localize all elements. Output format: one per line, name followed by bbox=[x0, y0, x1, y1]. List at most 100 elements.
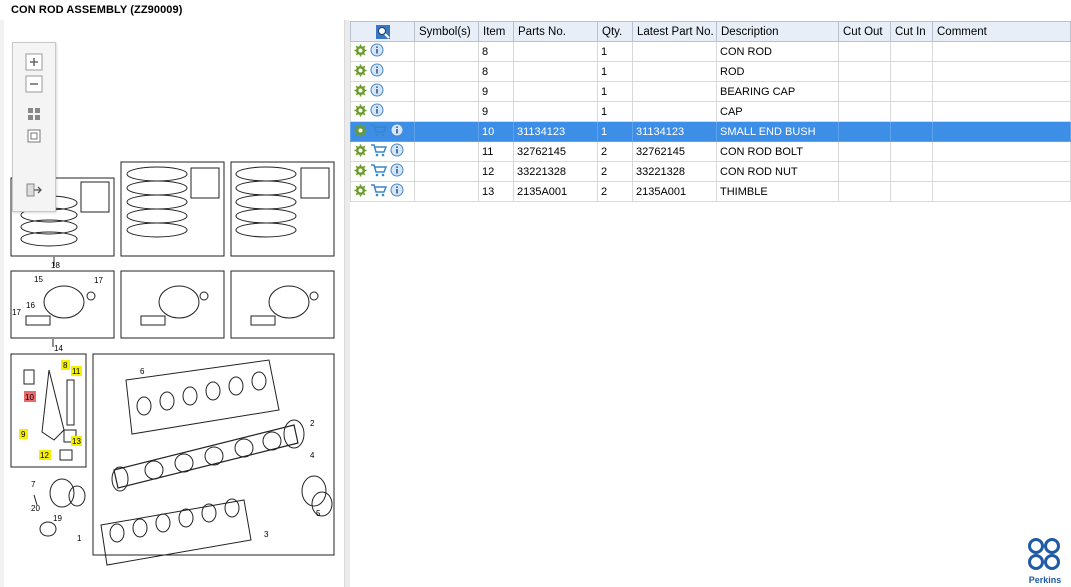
cart-icon[interactable] bbox=[370, 183, 388, 200]
info-icon[interactable] bbox=[370, 43, 384, 60]
item-cell: 8 bbox=[478, 41, 514, 62]
exploded-diagram-panel[interactable]: 18 15 17 16 17 14 8 11 10 9 13 12 6 2 4 … bbox=[4, 20, 344, 587]
callout-8: 8 bbox=[63, 361, 68, 370]
column-header-latest-part-no[interactable]: Latest Part No. bbox=[632, 21, 717, 42]
assembly-title: CON ROD ASSEMBLY (ZZ90009) bbox=[11, 4, 183, 16]
qty-cell: 1 bbox=[597, 81, 633, 102]
comment-cell bbox=[932, 101, 1071, 122]
column-header-cut-in[interactable]: Cut In bbox=[890, 21, 933, 42]
column-header-tools[interactable] bbox=[350, 21, 415, 42]
qty-cell: 2 bbox=[597, 181, 633, 202]
parts-no-cell bbox=[513, 81, 598, 102]
parts-list-panel: Symbol(s) Item Parts No. Qty. Latest Par… bbox=[350, 20, 1071, 587]
info-icon[interactable] bbox=[390, 143, 404, 160]
cut-in-cell bbox=[890, 181, 933, 202]
row-actions-cell bbox=[350, 181, 415, 202]
column-header-cut-out[interactable]: Cut Out bbox=[838, 21, 891, 42]
cut-in-cell bbox=[890, 61, 933, 82]
description-cell: THIMBLE bbox=[716, 181, 839, 202]
cart-icon[interactable] bbox=[370, 163, 388, 180]
latest-part-no-cell bbox=[632, 41, 717, 62]
latest-part-no-cell: 31134123 bbox=[632, 121, 717, 142]
table-row[interactable]: 8 1 ROD bbox=[350, 61, 1071, 82]
column-header-description[interactable]: Description bbox=[716, 21, 839, 42]
column-header-symbols[interactable]: Symbol(s) bbox=[414, 21, 479, 42]
perkins-logo: Perkins bbox=[1028, 538, 1061, 585]
cut-out-cell bbox=[838, 41, 891, 62]
info-icon[interactable] bbox=[370, 63, 384, 80]
symbols-cell bbox=[414, 101, 479, 122]
callout-12: 12 bbox=[40, 451, 49, 460]
comment-cell bbox=[932, 161, 1071, 182]
callout-11: 11 bbox=[72, 367, 81, 376]
fit-to-window-icon[interactable] bbox=[25, 105, 43, 123]
gear-icon[interactable] bbox=[354, 64, 367, 80]
cut-out-cell bbox=[838, 61, 891, 82]
description-cell: SMALL END BUSH bbox=[716, 121, 839, 142]
latest-part-no-cell: 2135A001 bbox=[632, 181, 717, 202]
row-actions-cell bbox=[350, 41, 415, 62]
zoom-in-icon[interactable] bbox=[25, 53, 43, 71]
gear-icon[interactable] bbox=[354, 84, 367, 100]
qty-cell: 1 bbox=[597, 41, 633, 62]
info-icon[interactable] bbox=[370, 83, 384, 100]
column-header-qty[interactable]: Qty. bbox=[597, 21, 633, 42]
gear-icon[interactable] bbox=[354, 44, 367, 60]
callout-3: 3 bbox=[264, 530, 269, 539]
parts-no-cell bbox=[513, 101, 598, 122]
piston-box-2 bbox=[120, 270, 225, 339]
column-header-item[interactable]: Item bbox=[478, 21, 514, 42]
row-actions-cell bbox=[350, 141, 415, 162]
comment-cell bbox=[932, 61, 1071, 82]
table-row[interactable]: 8 1 CON ROD bbox=[350, 41, 1071, 62]
item-cell: 9 bbox=[478, 81, 514, 102]
table-row[interactable]: 12 33221328 2 33221328 CON ROD NUT bbox=[350, 161, 1071, 182]
item-cell: 13 bbox=[478, 181, 514, 202]
cut-in-cell bbox=[890, 41, 933, 62]
info-icon[interactable] bbox=[390, 123, 404, 140]
gear-icon[interactable] bbox=[354, 184, 367, 200]
column-header-parts-no[interactable]: Parts No. bbox=[513, 21, 598, 42]
qty-cell: 1 bbox=[597, 121, 633, 142]
table-row[interactable]: 11 32762145 2 32762145 CON ROD BOLT bbox=[350, 141, 1071, 162]
callout-15: 15 bbox=[34, 275, 43, 284]
cart-icon[interactable] bbox=[370, 143, 388, 160]
cut-in-cell bbox=[890, 81, 933, 102]
gear-icon[interactable] bbox=[354, 144, 367, 160]
gear-icon[interactable] bbox=[354, 124, 367, 140]
gear-icon[interactable] bbox=[354, 164, 367, 180]
callout-13: 13 bbox=[72, 437, 81, 446]
callout-19: 19 bbox=[53, 514, 62, 523]
cut-out-cell bbox=[838, 181, 891, 202]
info-icon[interactable] bbox=[370, 103, 384, 120]
row-actions-cell bbox=[350, 161, 415, 182]
table-row[interactable]: 9 1 BEARING CAP bbox=[350, 81, 1071, 102]
description-cell: BEARING CAP bbox=[716, 81, 839, 102]
gear-icon[interactable] bbox=[354, 104, 367, 120]
cut-out-cell bbox=[838, 161, 891, 182]
callout-20: 20 bbox=[31, 504, 40, 513]
zoom-out-icon[interactable] bbox=[25, 75, 43, 93]
export-icon[interactable] bbox=[25, 181, 43, 199]
actual-size-icon[interactable] bbox=[25, 127, 43, 145]
search-parts-icon[interactable] bbox=[375, 24, 391, 40]
row-actions-cell bbox=[350, 121, 415, 142]
symbols-cell bbox=[414, 41, 479, 62]
table-row[interactable]: 13 2135A001 2 2135A001 THIMBLE bbox=[350, 181, 1071, 202]
info-icon[interactable] bbox=[390, 163, 404, 180]
callout-14: 14 bbox=[54, 344, 63, 353]
callout-10: 10 bbox=[25, 393, 34, 402]
cut-out-cell bbox=[838, 141, 891, 162]
info-icon[interactable] bbox=[390, 183, 404, 200]
cut-out-cell bbox=[838, 81, 891, 102]
table-row[interactable]: 9 1 CAP bbox=[350, 101, 1071, 122]
qty-cell: 2 bbox=[597, 141, 633, 162]
parts-no-cell bbox=[513, 61, 598, 82]
table-row[interactable]: 10 31134123 1 31134123 SMALL END BUSH bbox=[350, 121, 1071, 142]
callout-9: 9 bbox=[21, 430, 26, 439]
latest-part-no-cell bbox=[632, 81, 717, 102]
cart-icon[interactable] bbox=[370, 123, 388, 140]
item-cell: 10 bbox=[478, 121, 514, 142]
column-header-comment[interactable]: Comment bbox=[932, 21, 1071, 42]
callout-6: 6 bbox=[140, 367, 145, 376]
